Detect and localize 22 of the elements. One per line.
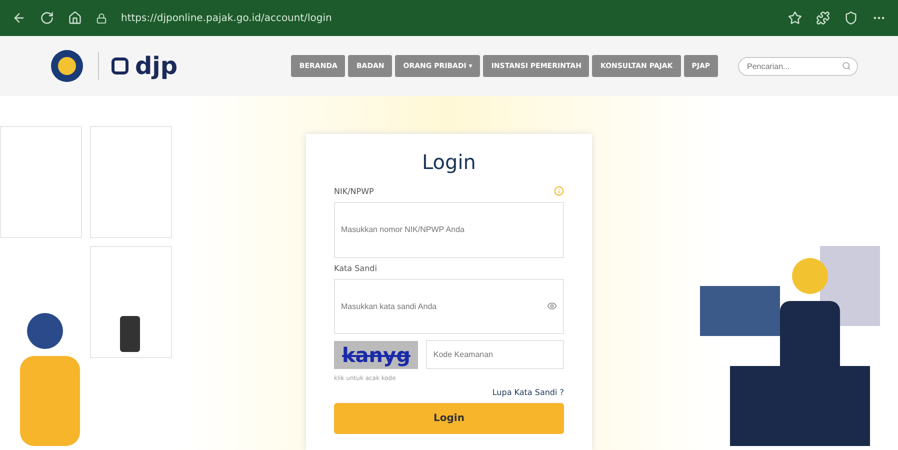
password-input[interactable]: Masukkan kata sandi Anda [334, 278, 564, 334]
shield-icon[interactable] [844, 11, 858, 25]
login-button[interactable]: Login [334, 403, 564, 434]
password-label: Kata Sandi [334, 264, 378, 272]
captcha-image: kanyg [334, 340, 418, 368]
back-icon[interactable] [12, 11, 26, 25]
square-logo-icon [111, 57, 129, 75]
reload-icon[interactable] [40, 11, 54, 25]
id-label: NIK/NPWP [334, 186, 374, 196]
favorite-icon[interactable] [788, 11, 802, 25]
search-icon[interactable] [842, 62, 851, 70]
logo-text: djp [135, 52, 178, 80]
show-password-icon[interactable] [547, 301, 557, 312]
login-title: Login [421, 150, 477, 174]
emblem-logo [50, 49, 84, 83]
id-input[interactable]: Masukkan nomor NIK/NPWP Anda [334, 202, 564, 258]
captcha-input[interactable]: Kode Keamanan [426, 340, 564, 369]
extension-icon[interactable] [816, 11, 830, 25]
forgot-password-link[interactable]: Lupa Kata Sandi ? [492, 388, 564, 397]
search-field[interactable]: Pencarian... [738, 56, 858, 76]
lock-icon [96, 12, 107, 24]
home-icon[interactable] [68, 11, 82, 25]
